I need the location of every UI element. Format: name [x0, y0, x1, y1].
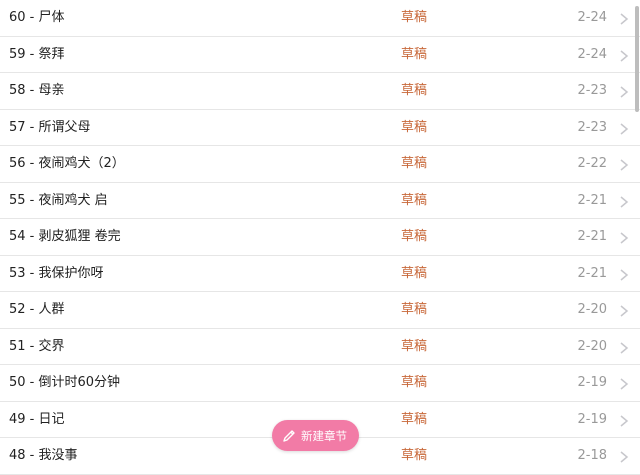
chapter-title: 59 - 祭拜	[9, 46, 65, 62]
chapter-date: 2-20	[577, 338, 607, 354]
chapter-status: 草稿	[401, 192, 428, 208]
chapter-date: 2-23	[577, 83, 607, 98]
chapter-title: 56 - 夜闹鸡犬（2）	[9, 156, 125, 171]
chevron-right-icon	[620, 13, 629, 25]
chevron-right-icon	[620, 378, 629, 390]
chapter-title: 48 - 我没事	[9, 448, 78, 463]
chapter-row[interactable]: 59 - 祭拜 草稿 2-24	[0, 37, 640, 73]
new-chapter-button[interactable]: 新建章节	[272, 420, 359, 451]
new-chapter-label: 新建章节	[301, 428, 347, 443]
chevron-right-icon	[620, 341, 629, 354]
chapter-title: 49 - 日记	[9, 411, 65, 427]
chapter-title: 52 - 人群	[9, 302, 65, 317]
chevron-right-icon	[620, 414, 629, 427]
chapter-date: 2-19	[577, 375, 607, 390]
chevron-right-icon	[620, 195, 629, 208]
scrollbar[interactable]	[635, 6, 639, 112]
chapter-title: 53 - 我保护你呀	[9, 265, 104, 281]
chapter-date: 2-21	[577, 265, 607, 281]
chapter-status: 草稿	[401, 156, 428, 171]
chapter-row[interactable]: 57 - 所谓父母 草稿 2-23	[0, 110, 640, 146]
pencil-icon	[283, 429, 295, 442]
chapter-row[interactable]: 56 - 夜闹鸡犬（2） 草稿 2-22	[0, 146, 640, 183]
chapter-row[interactable]: 51 - 交界 草稿 2-20	[0, 329, 640, 365]
chapter-status: 草稿	[401, 302, 428, 317]
chevron-right-icon	[620, 86, 629, 98]
chapter-date: 2-22	[577, 156, 607, 171]
chapter-date: 2-24	[577, 46, 607, 62]
chapter-title: 60 - 尸体	[9, 10, 65, 25]
chapter-date: 2-21	[577, 192, 607, 208]
chapter-status: 草稿	[401, 46, 428, 62]
chapter-status: 草稿	[401, 229, 428, 244]
chevron-right-icon	[620, 305, 629, 317]
chapter-date: 2-21	[577, 229, 607, 244]
chapter-title: 57 - 所谓父母	[9, 119, 91, 135]
chapter-status: 草稿	[401, 448, 428, 463]
chapter-row[interactable]: 54 - 剥皮狐狸 卷完 草稿 2-21	[0, 219, 640, 256]
chapter-date: 2-20	[577, 302, 607, 317]
chapter-title: 51 - 交界	[9, 338, 65, 354]
chapter-status: 草稿	[401, 83, 428, 98]
chapter-row[interactable]: 58 - 母亲 草稿 2-23	[0, 73, 640, 110]
chapter-title: 50 - 倒计时60分钟	[9, 375, 121, 390]
chapter-status: 草稿	[401, 375, 428, 390]
chapter-date: 2-19	[577, 411, 607, 427]
chapter-status: 草稿	[401, 411, 428, 427]
chapter-row[interactable]: 50 - 倒计时60分钟 草稿 2-19	[0, 365, 640, 402]
chapter-date: 2-24	[577, 10, 607, 25]
chapter-list: 60 - 尸体 草稿 2-24 59 - 祭拜 草稿 2-24 58 - 母亲 …	[0, 0, 640, 475]
chevron-right-icon	[620, 122, 629, 135]
chevron-right-icon	[620, 268, 629, 281]
chapter-title: 55 - 夜闹鸡犬 启	[9, 192, 108, 208]
chapter-status: 草稿	[401, 10, 428, 25]
chevron-right-icon	[620, 451, 629, 463]
chapter-row[interactable]: 60 - 尸体 草稿 2-24	[0, 0, 640, 37]
chapter-status: 草稿	[401, 338, 428, 354]
chapter-title: 54 - 剥皮狐狸 卷完	[9, 229, 121, 244]
chevron-right-icon	[620, 159, 629, 171]
chapter-date: 2-18	[577, 448, 607, 463]
chapter-title: 58 - 母亲	[9, 83, 65, 98]
chapter-status: 草稿	[401, 119, 428, 135]
chapter-row[interactable]: 53 - 我保护你呀 草稿 2-21	[0, 256, 640, 292]
chapter-row[interactable]: 52 - 人群 草稿 2-20	[0, 292, 640, 329]
chevron-right-icon	[620, 232, 629, 244]
chapter-date: 2-23	[577, 119, 607, 135]
chapter-row[interactable]: 55 - 夜闹鸡犬 启 草稿 2-21	[0, 183, 640, 219]
chapter-status: 草稿	[401, 265, 428, 281]
chevron-right-icon	[620, 49, 629, 62]
